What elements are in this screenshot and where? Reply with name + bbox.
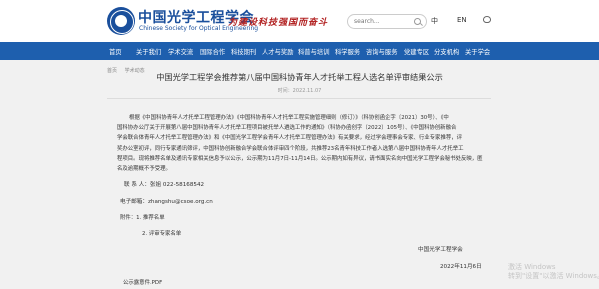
language-chinese-link[interactable]: 中 xyxy=(431,16,438,26)
paragraph-line: 名及逾期概不予受理。 xyxy=(117,166,171,173)
nav-party[interactable]: 党建专区 xyxy=(404,47,429,56)
nav-about[interactable]: 关于我们 xyxy=(136,47,161,56)
site-header: 中国光学工程学会 Chinese Society for Optical Eng… xyxy=(0,0,599,42)
nav-journals[interactable]: 科技期刊 xyxy=(231,47,256,56)
nav-home[interactable]: 首页 xyxy=(109,47,122,56)
nav-society[interactable]: 关于学会 xyxy=(465,47,490,56)
society-logo-icon[interactable] xyxy=(107,7,135,35)
nav-science-service[interactable]: 科学服务 xyxy=(335,47,360,56)
weibo-icon[interactable] xyxy=(483,16,491,23)
windows-activation-watermark: 激活 Windows 转到"设置"以激活 Windows。 xyxy=(508,263,599,281)
pdf-file-link[interactable]: 公示露意件.PDF xyxy=(123,278,162,286)
search-box[interactable] xyxy=(347,14,427,29)
signature-org: 中国光学工程学会 xyxy=(418,247,463,253)
search-input[interactable] xyxy=(354,16,412,27)
main-navbar: 首页 关于我们 学术交流 国际合作 科技期刊 人才与奖励 科普与培训 科学服务 … xyxy=(0,42,599,60)
contact-info: 联 系 人：张姐 022-58168542 xyxy=(124,182,205,188)
nav-international[interactable]: 国际合作 xyxy=(200,47,225,56)
nav-talent[interactable]: 人才与奖励 xyxy=(262,47,293,56)
paragraph-line: 程项目。现将推荐名单及通讯专家相关信息予以公示，公示期为11月7日-11月14日… xyxy=(117,155,483,162)
slogan: 为建设科技强国而奋斗 xyxy=(228,18,329,28)
paragraph-line: 奖办公室初评，同行专家通讯筛评，中国科协创新融合学会联合体评审四个阶段，共推荐2… xyxy=(117,145,464,152)
language-english-link[interactable]: EN xyxy=(457,16,467,24)
watermark-line-2: 转到"设置"以激活 Windows。 xyxy=(508,272,599,280)
nav-academic[interactable]: 学术交流 xyxy=(168,47,193,56)
attachment-1-link[interactable]: 附件：1. 推荐名单 xyxy=(120,213,165,221)
nav-popular-science[interactable]: 科普与培训 xyxy=(298,47,329,56)
search-icon[interactable] xyxy=(414,18,421,25)
paragraph-line: 国科协办公厅关于开展第八届中国科协青年人才托举工程项目被托举人遴选工作的通知》（… xyxy=(117,125,457,132)
nav-consulting[interactable]: 咨询与服务 xyxy=(366,47,397,56)
article-paragraph: 根据《中国科协青年人才托举工程管理办法》《中国科协青年人才托举工程实施管理细则（… xyxy=(117,113,485,174)
paragraph-line: 学会联合体青年人才托举工程管理办法》和《中国光学工程学会青年人才托举工程管理办法… xyxy=(117,135,463,142)
article-title: 中国光学工程学会推荐第八届中国科协青年人才托举工程人选名单评审结果公示 xyxy=(156,72,443,82)
signature-date: 2022年11月6日 xyxy=(440,264,482,270)
title-divider xyxy=(107,98,491,99)
email-info: 电子邮箱：zhangshu@csoe.org.cn xyxy=(120,199,213,205)
attachment-2-link[interactable]: 2. 评审专家名单 xyxy=(142,229,181,237)
publish-time: 时间：2022.11.07 xyxy=(277,88,322,94)
paragraph-line: 根据《中国科协青年人才托举工程管理办法》《中国科协青年人才托举工程实施管理细则（… xyxy=(129,115,449,121)
watermark-line-1: 激活 Windows xyxy=(508,263,556,271)
nav-branches[interactable]: 分支机构 xyxy=(434,47,459,56)
